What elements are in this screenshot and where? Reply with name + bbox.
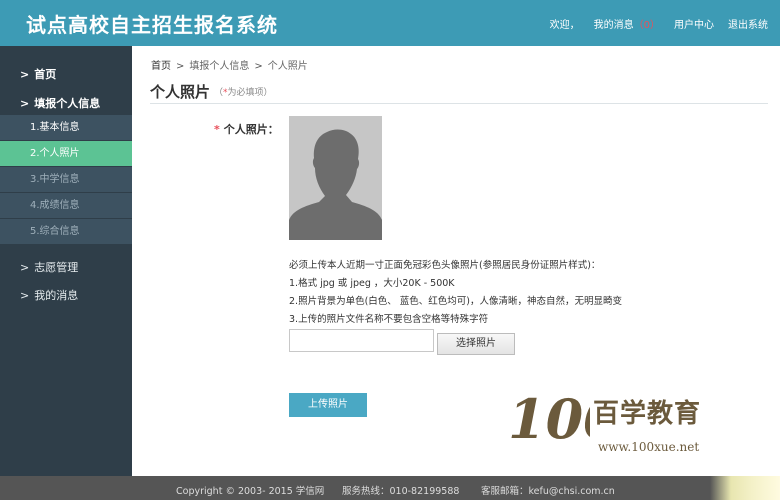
note-open: （ bbox=[214, 88, 224, 98]
sidebar-sub-personal-photo[interactable]: 2.个人照片 bbox=[0, 141, 132, 167]
sidebar-item-label: 首页 bbox=[34, 68, 57, 81]
footer-copyright: Copyright © 2003- 2015 学信网 bbox=[176, 486, 325, 497]
footer: Copyright © 2003- 2015 学信网 服务热线：010-8219… bbox=[0, 476, 780, 500]
footer-email: 客服邮箱：kefu@chsi.com.cn bbox=[481, 486, 615, 497]
photo-instructions: 必须上传本人近期一寸正面免冠彩色头像照片(参照居民身份证照片样式)： 1.格式 … bbox=[289, 257, 622, 329]
app-title: 试点高校自主招生报名系统 bbox=[26, 13, 278, 37]
footer-hotline: 服务热线：010-82199588 bbox=[342, 486, 460, 497]
chevron-right-icon: > bbox=[20, 97, 30, 110]
watermark-url: www.100xue.net bbox=[598, 440, 700, 454]
sidebar-item-my-messages[interactable]: > 我的消息 bbox=[0, 287, 132, 303]
watermark-number: 100 bbox=[508, 388, 590, 444]
top-header: 试点高校自主招生报名系统 欢迎， 我的消息（0） 用户中心 退出系统 bbox=[0, 0, 780, 46]
chevron-right-icon: > bbox=[20, 68, 30, 81]
chevron-right-icon: > bbox=[20, 261, 30, 274]
page-title: 个人照片 bbox=[150, 83, 211, 101]
breadcrumb-current: 个人照片 bbox=[267, 61, 308, 72]
my-messages-label: 我的消息 bbox=[593, 20, 634, 31]
breadcrumb-fill-info[interactable]: 填报个人信息 bbox=[189, 61, 249, 72]
note-text: 为必填项） bbox=[227, 88, 273, 98]
photo-label-text: 个人照片： bbox=[223, 123, 279, 136]
breadcrumb-separator-icon: > bbox=[176, 61, 185, 72]
file-path-input[interactable] bbox=[289, 329, 434, 352]
messages-count: （0） bbox=[633, 20, 660, 31]
chevron-right-icon: > bbox=[20, 289, 30, 302]
required-note: （*为必填项） bbox=[214, 85, 273, 98]
title-divider bbox=[150, 103, 768, 104]
sidebar-sub-score-info[interactable]: 4.成绩信息 bbox=[0, 193, 132, 219]
photo-field-label: * 个人照片： bbox=[214, 121, 279, 137]
instruction-line: 2.照片背景为单色(白色、 蓝色、红色均可)，人像清晰，神态自然，无明显畸变 bbox=[289, 296, 622, 307]
sidebar-item-home[interactable]: > 首页 bbox=[0, 66, 132, 82]
sidebar-sub-general-info[interactable]: 5.综合信息 bbox=[0, 219, 132, 245]
breadcrumb-home[interactable]: 首页 bbox=[151, 61, 171, 72]
sidebar-item-fill-info[interactable]: > 填报个人信息 bbox=[0, 95, 132, 111]
footer-decoration bbox=[710, 476, 780, 500]
choose-photo-button[interactable]: 选择照片 bbox=[437, 333, 515, 355]
person-silhouette-icon bbox=[289, 116, 382, 240]
logout-link[interactable]: 退出系统 bbox=[728, 16, 768, 31]
instruction-line: 3.上传的照片文件名称不要包含空格等特殊字符 bbox=[289, 314, 489, 325]
welcome-text: 欢迎， bbox=[549, 20, 580, 31]
header-nav: 欢迎， 我的消息（0） 用户中心 退出系统 bbox=[550, 16, 768, 31]
sidebar-item-label: 志愿管理 bbox=[34, 261, 79, 274]
user-center-link[interactable]: 用户中心 bbox=[674, 16, 714, 31]
required-star: * bbox=[214, 123, 220, 136]
instruction-line: 必须上传本人近期一寸正面免冠彩色头像照片(参照居民身份证照片样式)： bbox=[289, 260, 601, 271]
sidebar-sub-school-info[interactable]: 3.中学信息 bbox=[0, 167, 132, 193]
sidebar-sub-basic-info[interactable]: 1.基本信息 bbox=[0, 115, 132, 141]
breadcrumb-separator-icon: > bbox=[254, 61, 263, 72]
instruction-line: 1.格式 jpg 或 jpeg ，大小20K - 500K bbox=[289, 278, 455, 289]
my-messages-link[interactable]: 我的消息（0） bbox=[594, 16, 660, 31]
watermark-logo: 100 bbox=[508, 387, 621, 451]
sidebar-item-label: 填报个人信息 bbox=[34, 97, 101, 110]
upload-photo-button[interactable]: 上传照片 bbox=[289, 393, 367, 417]
sidebar-item-label: 我的消息 bbox=[34, 289, 79, 302]
sidebar-item-volunteer[interactable]: > 志愿管理 bbox=[0, 259, 132, 275]
watermark-100-logo-icon: 100 bbox=[508, 387, 621, 451]
watermark-brand: 百学教育 bbox=[593, 399, 702, 429]
photo-placeholder-image bbox=[289, 116, 382, 240]
breadcrumb: 首页 > 填报个人信息 > 个人照片 bbox=[151, 57, 308, 72]
